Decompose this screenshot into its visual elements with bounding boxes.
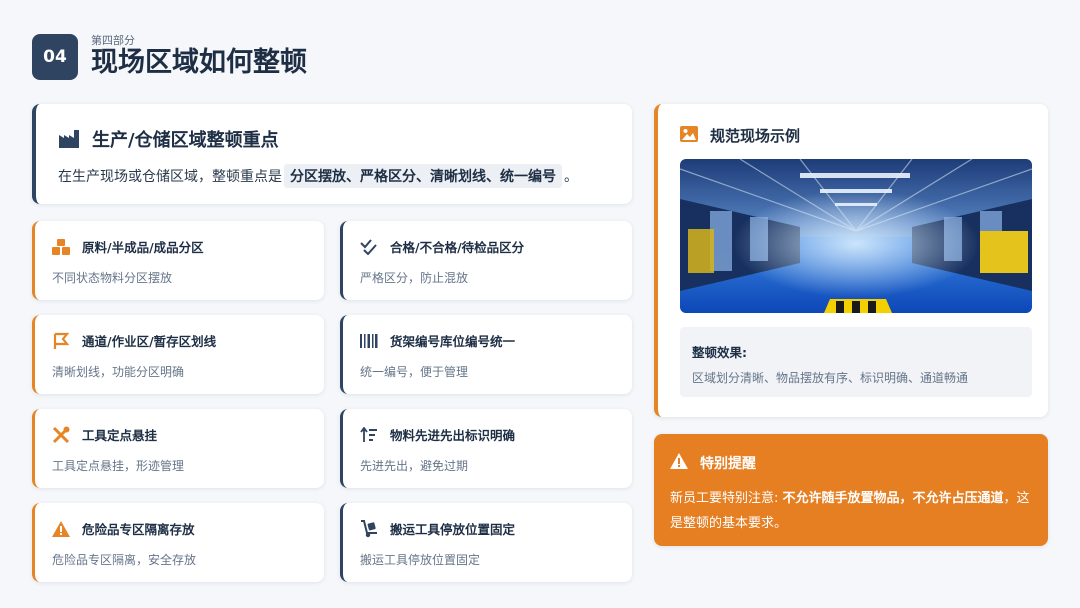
item-card-materials-zoning: 原料/半成品/成品分区 不同状态物料分区摆放 — [32, 221, 324, 300]
item-desc: 统一编号，便于管理 — [360, 365, 469, 379]
intro-title: 生产/仓储区域整顿重点 — [92, 130, 279, 151]
factory-floor-photo — [680, 159, 1032, 313]
image-icon — [680, 125, 698, 146]
item-title: 货架编号库位编号统一 — [390, 334, 516, 349]
dolly-icon — [360, 519, 378, 538]
intro-text-prefix: 在生产现场或仓储区域，整顿重点是 — [58, 169, 282, 185]
item-title: 合格/不合格/待检品区分 — [390, 240, 525, 255]
warning-icon — [670, 453, 688, 473]
intro-highlight: 分区摆放、严格区分、清晰划线、统一编号 — [284, 164, 562, 188]
tools-icon — [52, 426, 70, 444]
item-desc: 不同状态物料分区摆放 — [52, 271, 173, 285]
item-desc: 先进先出，避免过期 — [360, 459, 469, 473]
barcode-icon — [360, 332, 378, 350]
item-title: 原料/半成品/成品分区 — [82, 240, 204, 255]
effect-label: 整顿效果: — [692, 345, 747, 360]
item-card-hazard-storage: 危险品专区隔离存放 危险品专区隔离，安全存放 — [32, 503, 324, 582]
page-title: 现场区域如何整顿 — [91, 47, 307, 78]
flag-icon — [52, 332, 70, 350]
example-card: 规范现场示例 整顿效果: 区域划分清晰、物品摆放有序、标识明确、通道畅通 — [654, 104, 1048, 417]
intro-text-suffix: 。 — [564, 169, 578, 185]
item-card-fifo-labels: 物料先进先出标识明确 先进先出，避免过期 — [340, 409, 632, 488]
sort-up-icon — [360, 426, 378, 444]
warning-text: 新员工要特别注意: 不允许随手放置物品，不允许占压通道，这是整顿的基本要求。 — [670, 486, 1038, 536]
warning-text-bold: 不允许随手放置物品，不允许占压通道 — [782, 491, 1004, 506]
factory-icon — [58, 129, 80, 149]
item-desc: 严格区分，防止混放 — [360, 271, 469, 285]
item-card-area-lines: 通道/作业区/暂存区划线 清晰划线，功能分区明确 — [32, 315, 324, 394]
section-titles: 第四部分 现场区域如何整顿 — [91, 35, 307, 79]
item-desc: 清晰划线，功能分区明确 — [52, 365, 185, 379]
item-desc: 工具定点悬挂，形迹管理 — [52, 459, 185, 473]
warning-icon — [52, 520, 70, 538]
warning-text-prefix: 新员工要特别注意: — [670, 491, 783, 506]
section-header: 04 第四部分 现场区域如何整顿 — [32, 34, 307, 80]
item-card-dolly-parking: 搬运工具停放位置固定 搬运工具停放位置固定 — [340, 503, 632, 582]
item-card-quality-sorting: 合格/不合格/待检品区分 严格区分，防止混放 — [340, 221, 632, 300]
effect-text: 区域划分清晰、物品摆放有序、标识明确、通道畅通 — [692, 371, 969, 385]
boxes-icon — [52, 238, 70, 256]
intro-text: 在生产现场或仓储区域，整顿重点是 分区摆放、严格区分、清晰划线、统一编号 。 — [58, 164, 578, 188]
item-card-shelf-numbering: 货架编号库位编号统一 统一编号，便于管理 — [340, 315, 632, 394]
item-title: 工具定点悬挂 — [82, 428, 158, 443]
item-title: 通道/作业区/暂存区划线 — [82, 334, 217, 349]
section-subtitle: 第四部分 — [91, 34, 135, 47]
section-number-badge: 04 — [32, 34, 78, 80]
check-double-icon — [360, 238, 378, 256]
warning-title: 特别提醒 — [700, 456, 756, 472]
item-desc: 搬运工具停放位置固定 — [360, 553, 481, 567]
warning-card: 特别提醒 新员工要特别注意: 不允许随手放置物品，不允许占压通道，这是整顿的基本… — [654, 434, 1048, 546]
item-title: 危险品专区隔离存放 — [82, 522, 195, 537]
example-title: 规范现场示例 — [710, 127, 801, 145]
intro-card: 生产/仓储区域整顿重点 在生产现场或仓储区域，整顿重点是 分区摆放、严格区分、清… — [32, 104, 632, 204]
item-card-tool-hanging: 工具定点悬挂 工具定点悬挂，形迹管理 — [32, 409, 324, 488]
item-title: 搬运工具停放位置固定 — [390, 522, 516, 537]
effect-box: 整顿效果: 区域划分清晰、物品摆放有序、标识明确、通道畅通 — [680, 327, 1032, 397]
item-title: 物料先进先出标识明确 — [390, 428, 516, 443]
item-desc: 危险品专区隔离，安全存放 — [52, 553, 197, 567]
